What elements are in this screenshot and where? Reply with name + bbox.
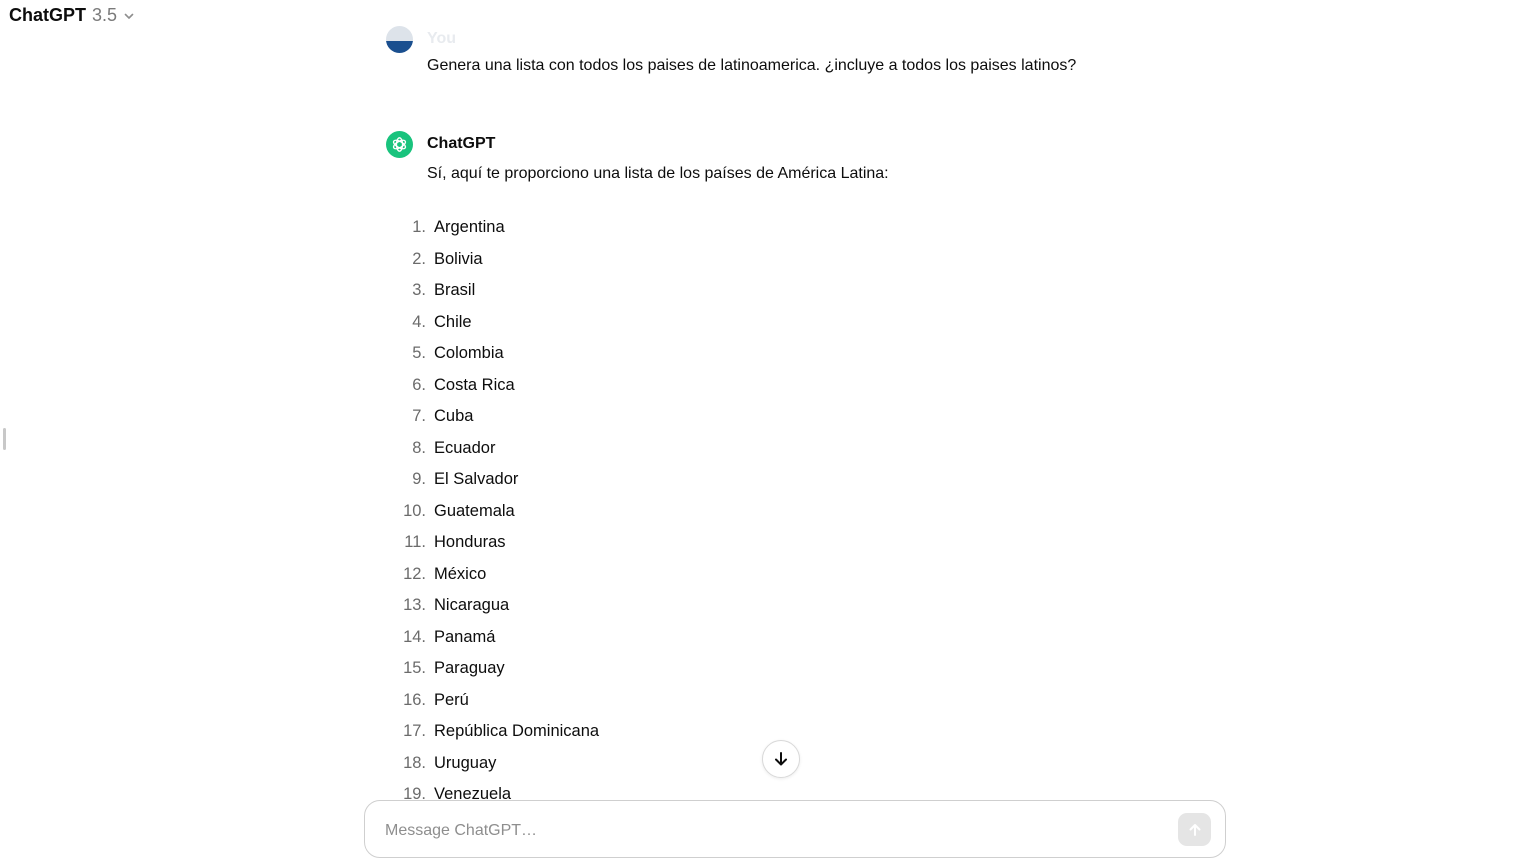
openai-logo-icon	[392, 137, 407, 152]
list-item-number: 9.	[412, 470, 426, 489]
list-item-number: 8.	[412, 438, 426, 457]
list-item: 15. Paraguay	[386, 653, 599, 685]
list-item: 2. Bolivia	[386, 244, 599, 276]
list-item-country: Uruguay	[434, 753, 497, 772]
list-item-number: 18.	[403, 753, 426, 772]
list-item-country: Brasil	[434, 281, 476, 300]
list-item-number: 4.	[412, 312, 426, 331]
model-selector[interactable]: ChatGPT 3.5	[9, 5, 135, 26]
list-item: 9. El Salvador	[386, 464, 599, 496]
user-message-text: Genera una lista con todos los paises de…	[427, 57, 1077, 74]
list-item: 3. Brasil	[386, 275, 599, 307]
list-item-number: 19.	[403, 785, 426, 800]
arrow-down-icon	[775, 752, 787, 766]
list-item-country: México	[434, 564, 487, 583]
list-item-number: 11.	[404, 533, 426, 552]
list-item: 10. Guatemala	[386, 496, 599, 528]
list-item: 5. Colombia	[386, 338, 599, 370]
sidebar-toggle-handle[interactable]	[3, 428, 6, 450]
list-item-number: 5.	[412, 344, 426, 363]
list-item-number: 3.	[412, 281, 426, 300]
user-avatar	[386, 26, 413, 53]
scroll-to-bottom-button[interactable]	[762, 740, 800, 778]
list-item-country: Costa Rica	[434, 375, 515, 394]
list-item-country: Nicaragua	[434, 596, 510, 615]
conversation-thread: You Genera una lista con todos los paise…	[386, 0, 1206, 800]
list-item: 4. Chile	[386, 307, 599, 339]
list-item-country: Guatemala	[434, 501, 515, 520]
list-item: 17. República Dominicana	[386, 716, 599, 748]
list-item: 14. Panamá	[386, 622, 599, 654]
user-author-label: You	[427, 30, 457, 47]
model-version: 3.5	[92, 5, 118, 25]
list-item: 13. Nicaragua	[386, 590, 599, 622]
list-item-country: El Salvador	[434, 470, 519, 489]
list-item: 16. Perú	[386, 685, 599, 717]
list-item: 18. Uruguay	[386, 748, 599, 780]
send-button[interactable]	[1178, 813, 1211, 846]
message-composer	[364, 800, 1226, 858]
list-item-country: Colombia	[434, 344, 504, 363]
list-item-number: 17.	[403, 722, 426, 741]
message-input[interactable]	[383, 815, 1167, 847]
list-item-country: Honduras	[434, 533, 506, 552]
list-item: 12. México	[386, 559, 599, 591]
list-item: 19. Venezuela	[386, 779, 599, 800]
assistant-intro-text: Sí, aquí te proporciono una lista de los…	[427, 165, 889, 182]
list-item-number: 12.	[403, 564, 426, 583]
chat-app: ChatGPT 3.5 You Genera una lista con tod…	[0, 0, 1529, 868]
list-item-number: 1.	[412, 218, 426, 237]
list-item-country: Chile	[434, 312, 472, 331]
list-item-country: Panamá	[434, 627, 496, 646]
list-item-number: 7.	[412, 407, 426, 426]
list-item-number: 2.	[412, 249, 426, 268]
list-item: 8. Ecuador	[386, 433, 599, 465]
list-item-number: 16.	[403, 690, 426, 709]
list-item: 6. Costa Rica	[386, 370, 599, 402]
list-item-country: República Dominicana	[434, 722, 600, 741]
list-item: 11. Honduras	[386, 527, 599, 559]
chatgpt-logo-icon	[386, 131, 413, 158]
list-item-number: 14.	[403, 627, 426, 646]
chevron-down-icon	[124, 13, 134, 19]
list-item-number: 15.	[403, 659, 426, 678]
list-item-country: Bolivia	[434, 249, 483, 268]
list-item-country: Paraguay	[434, 659, 505, 678]
list-item-country: Argentina	[434, 218, 505, 237]
list-item-country: Perú	[434, 690, 469, 709]
list-item-number: 13.	[403, 596, 426, 615]
list-item-country: Venezuela	[434, 785, 512, 800]
list-item-number: 10.	[403, 501, 426, 520]
assistant-author-label: ChatGPT	[427, 135, 496, 152]
list-item: 7. Cuba	[386, 401, 599, 433]
country-list: 1. Argentina 2. Bolivia 3. Brasil 4. Chile 5. Col…	[386, 212, 599, 800]
list-item: 1. Argentina	[386, 212, 599, 244]
list-item-number: 6.	[412, 375, 426, 394]
arrow-up-icon	[1189, 823, 1200, 836]
list-item-country: Cuba	[434, 407, 474, 426]
model-name: ChatGPT	[9, 5, 87, 25]
list-item-country: Ecuador	[434, 438, 496, 457]
